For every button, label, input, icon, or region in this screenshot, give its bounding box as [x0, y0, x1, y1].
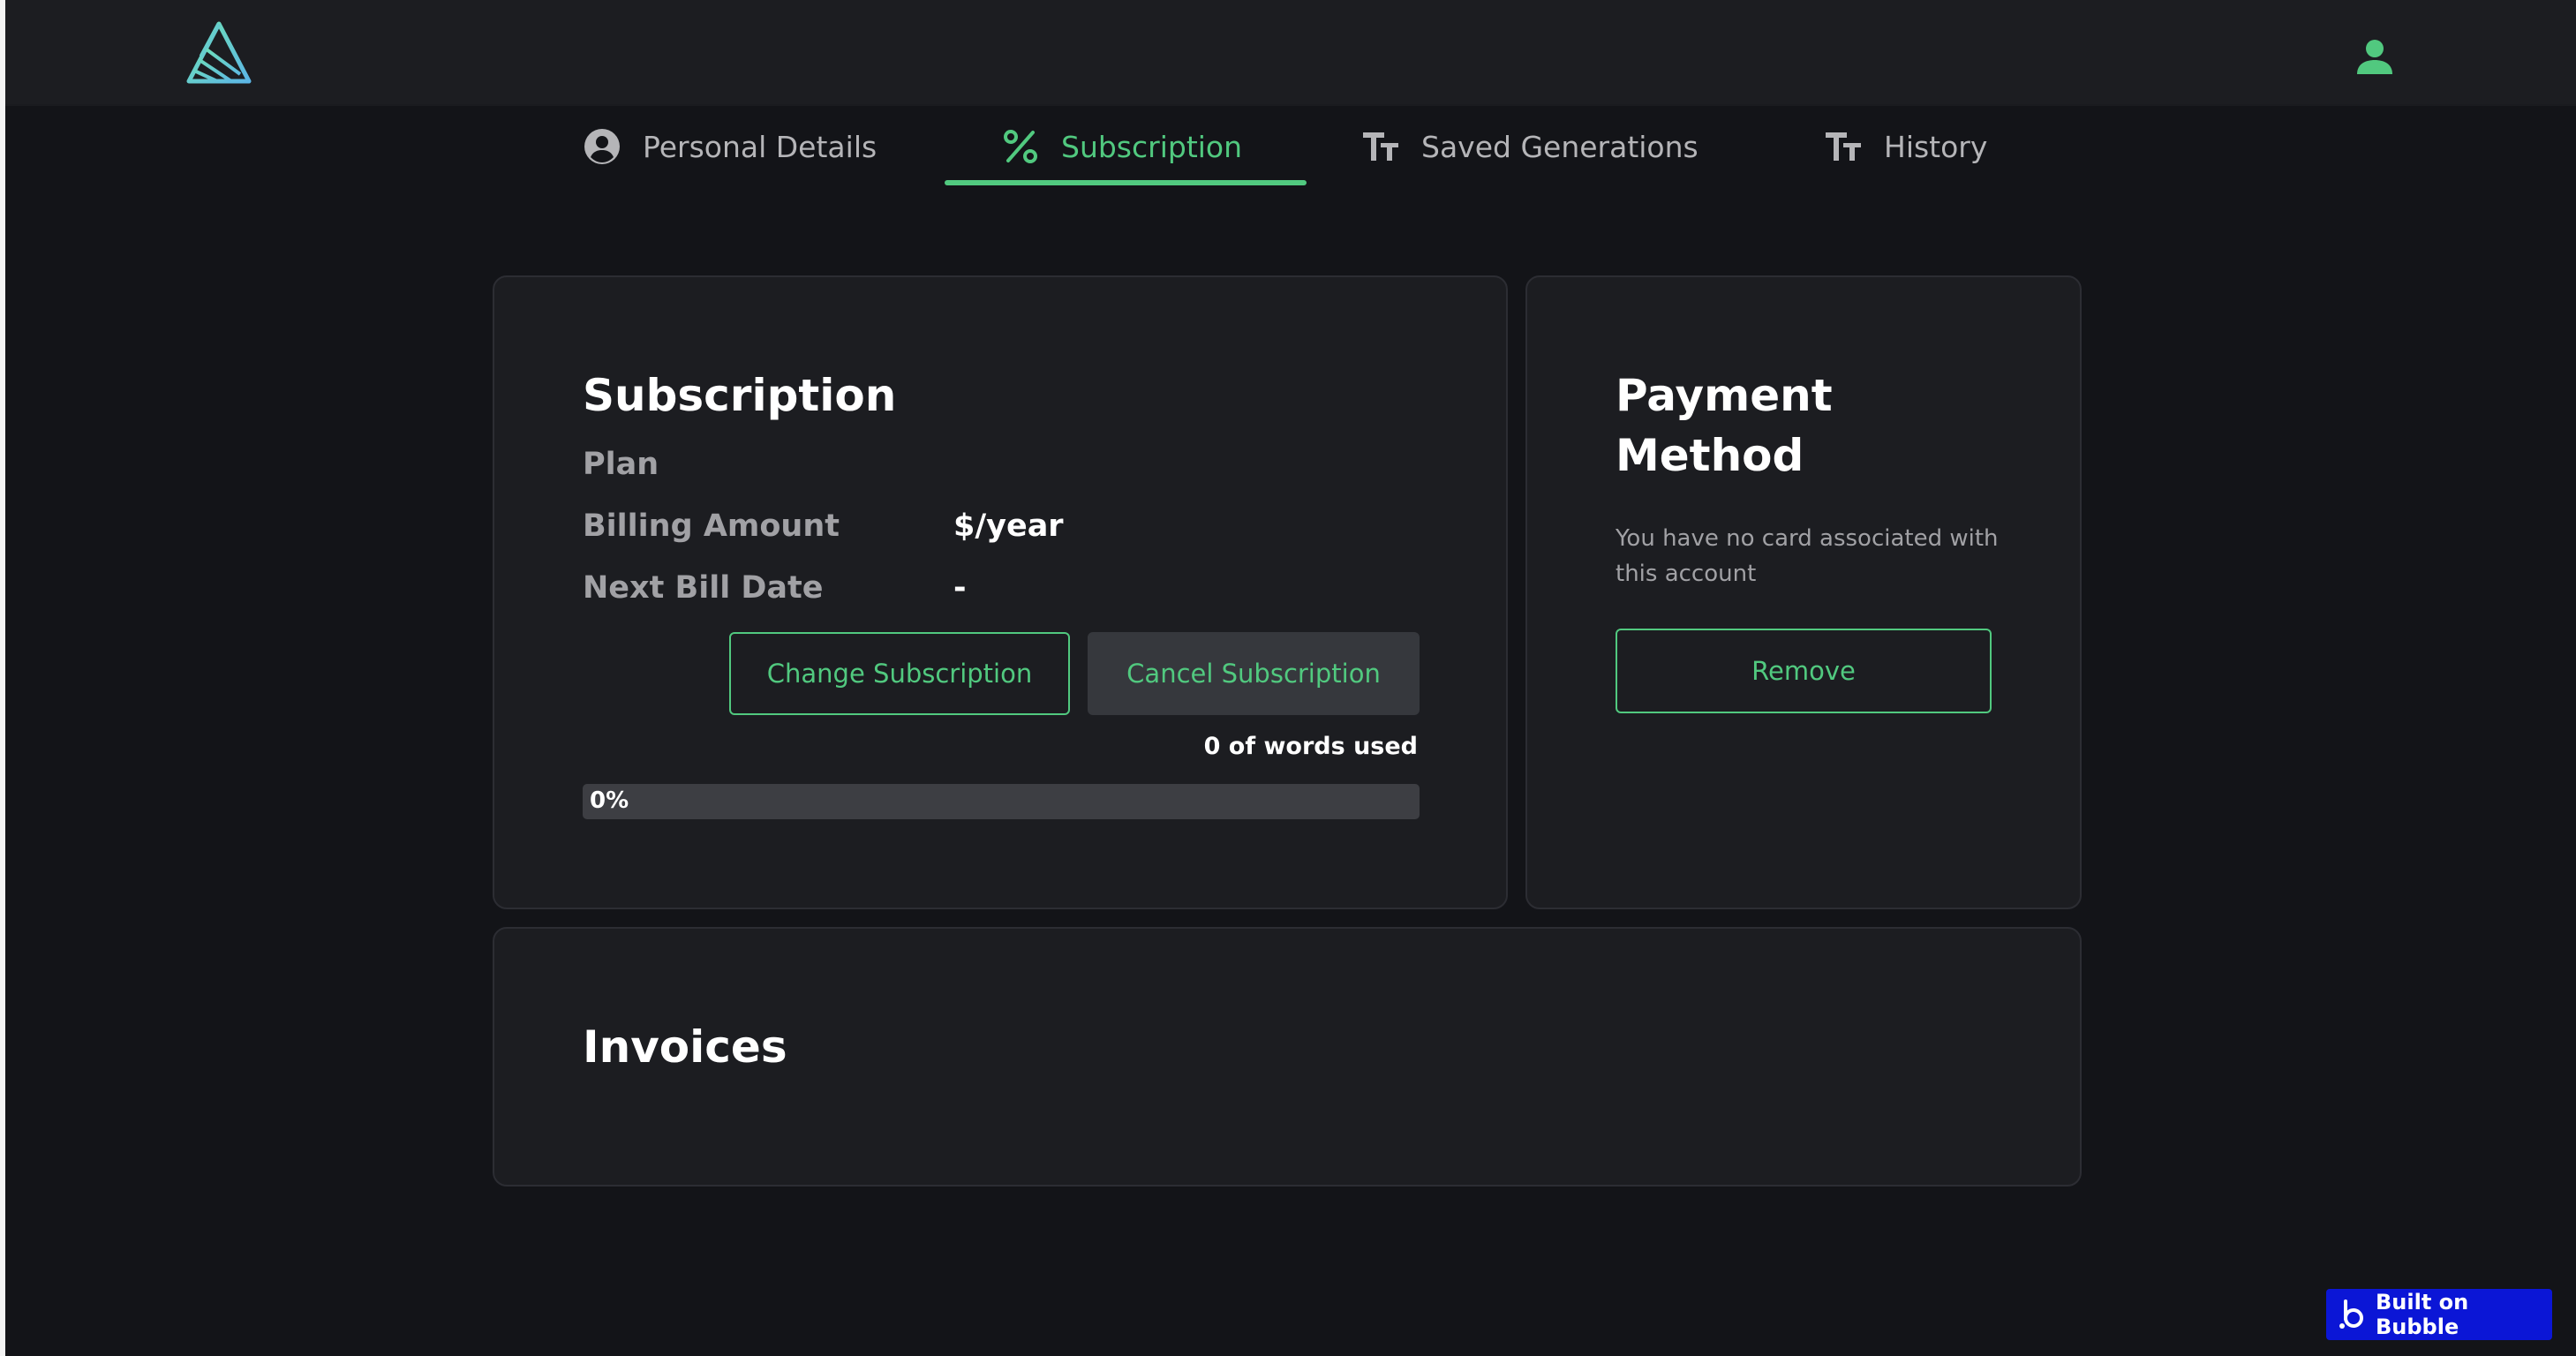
- subscription-card: Subscription Plan Billing Amount $/year …: [493, 275, 1508, 909]
- no-card-text: You have no card associated with this ac…: [1616, 525, 1999, 587]
- usage-percent-text: 0%: [590, 787, 629, 814]
- active-tab-indicator: [945, 180, 1307, 185]
- tab-label: Personal Details: [643, 129, 877, 164]
- tab-personal-details[interactable]: Personal Details: [583, 104, 877, 189]
- account-circle-icon: [583, 127, 621, 166]
- payment-method-card: Payment Method You have no card associat…: [1525, 275, 2082, 909]
- payment-method-title: Payment Method: [1616, 365, 1833, 486]
- built-on-bubble-badge[interactable]: Built on Bubble: [2326, 1289, 2552, 1340]
- billing-amount-label: Billing Amount: [583, 508, 840, 544]
- text-size-icon: [1824, 127, 1863, 166]
- tab-label: Subscription: [1061, 129, 1243, 164]
- payment-title-line2: Method: [1616, 430, 1804, 481]
- text-size-icon: [1361, 127, 1400, 166]
- tab-label: History: [1884, 129, 1988, 164]
- usage-progress-bar: 0%: [583, 784, 1420, 819]
- badge-label: Built on Bubble: [2376, 1290, 2469, 1339]
- profile-tabs: Personal Details Subscription Saved Gene…: [0, 104, 2576, 189]
- percent-icon: [1001, 127, 1040, 166]
- words-used-text: 0 of words used: [1203, 733, 1418, 760]
- top-navbar: [5, 0, 2576, 106]
- window-edge: [0, 0, 5, 1356]
- bubble-logo-icon: [2339, 1300, 2365, 1330]
- tab-label: Saved Generations: [1421, 129, 1699, 164]
- change-subscription-button[interactable]: Change Subscription: [729, 632, 1070, 715]
- cancel-subscription-button[interactable]: Cancel Subscription: [1088, 632, 1420, 715]
- next-bill-date-label: Next Bill Date: [583, 570, 824, 606]
- invoices-card: Invoices: [493, 927, 2082, 1186]
- subscription-title: Subscription: [583, 370, 897, 421]
- next-bill-date-value: -: [953, 570, 967, 606]
- plan-label: Plan: [583, 447, 659, 482]
- triangle-logo-icon[interactable]: [185, 19, 252, 87]
- payment-title-line1: Payment: [1616, 370, 1833, 421]
- billing-amount-value: $/year: [953, 508, 1064, 544]
- tab-saved-generations[interactable]: Saved Generations: [1361, 104, 1699, 189]
- tab-subscription[interactable]: Subscription: [1001, 104, 1242, 189]
- user-icon[interactable]: [2354, 35, 2396, 78]
- remove-card-button[interactable]: Remove: [1616, 629, 1992, 713]
- tab-history[interactable]: History: [1824, 104, 1987, 189]
- invoices-title: Invoices: [583, 1021, 787, 1073]
